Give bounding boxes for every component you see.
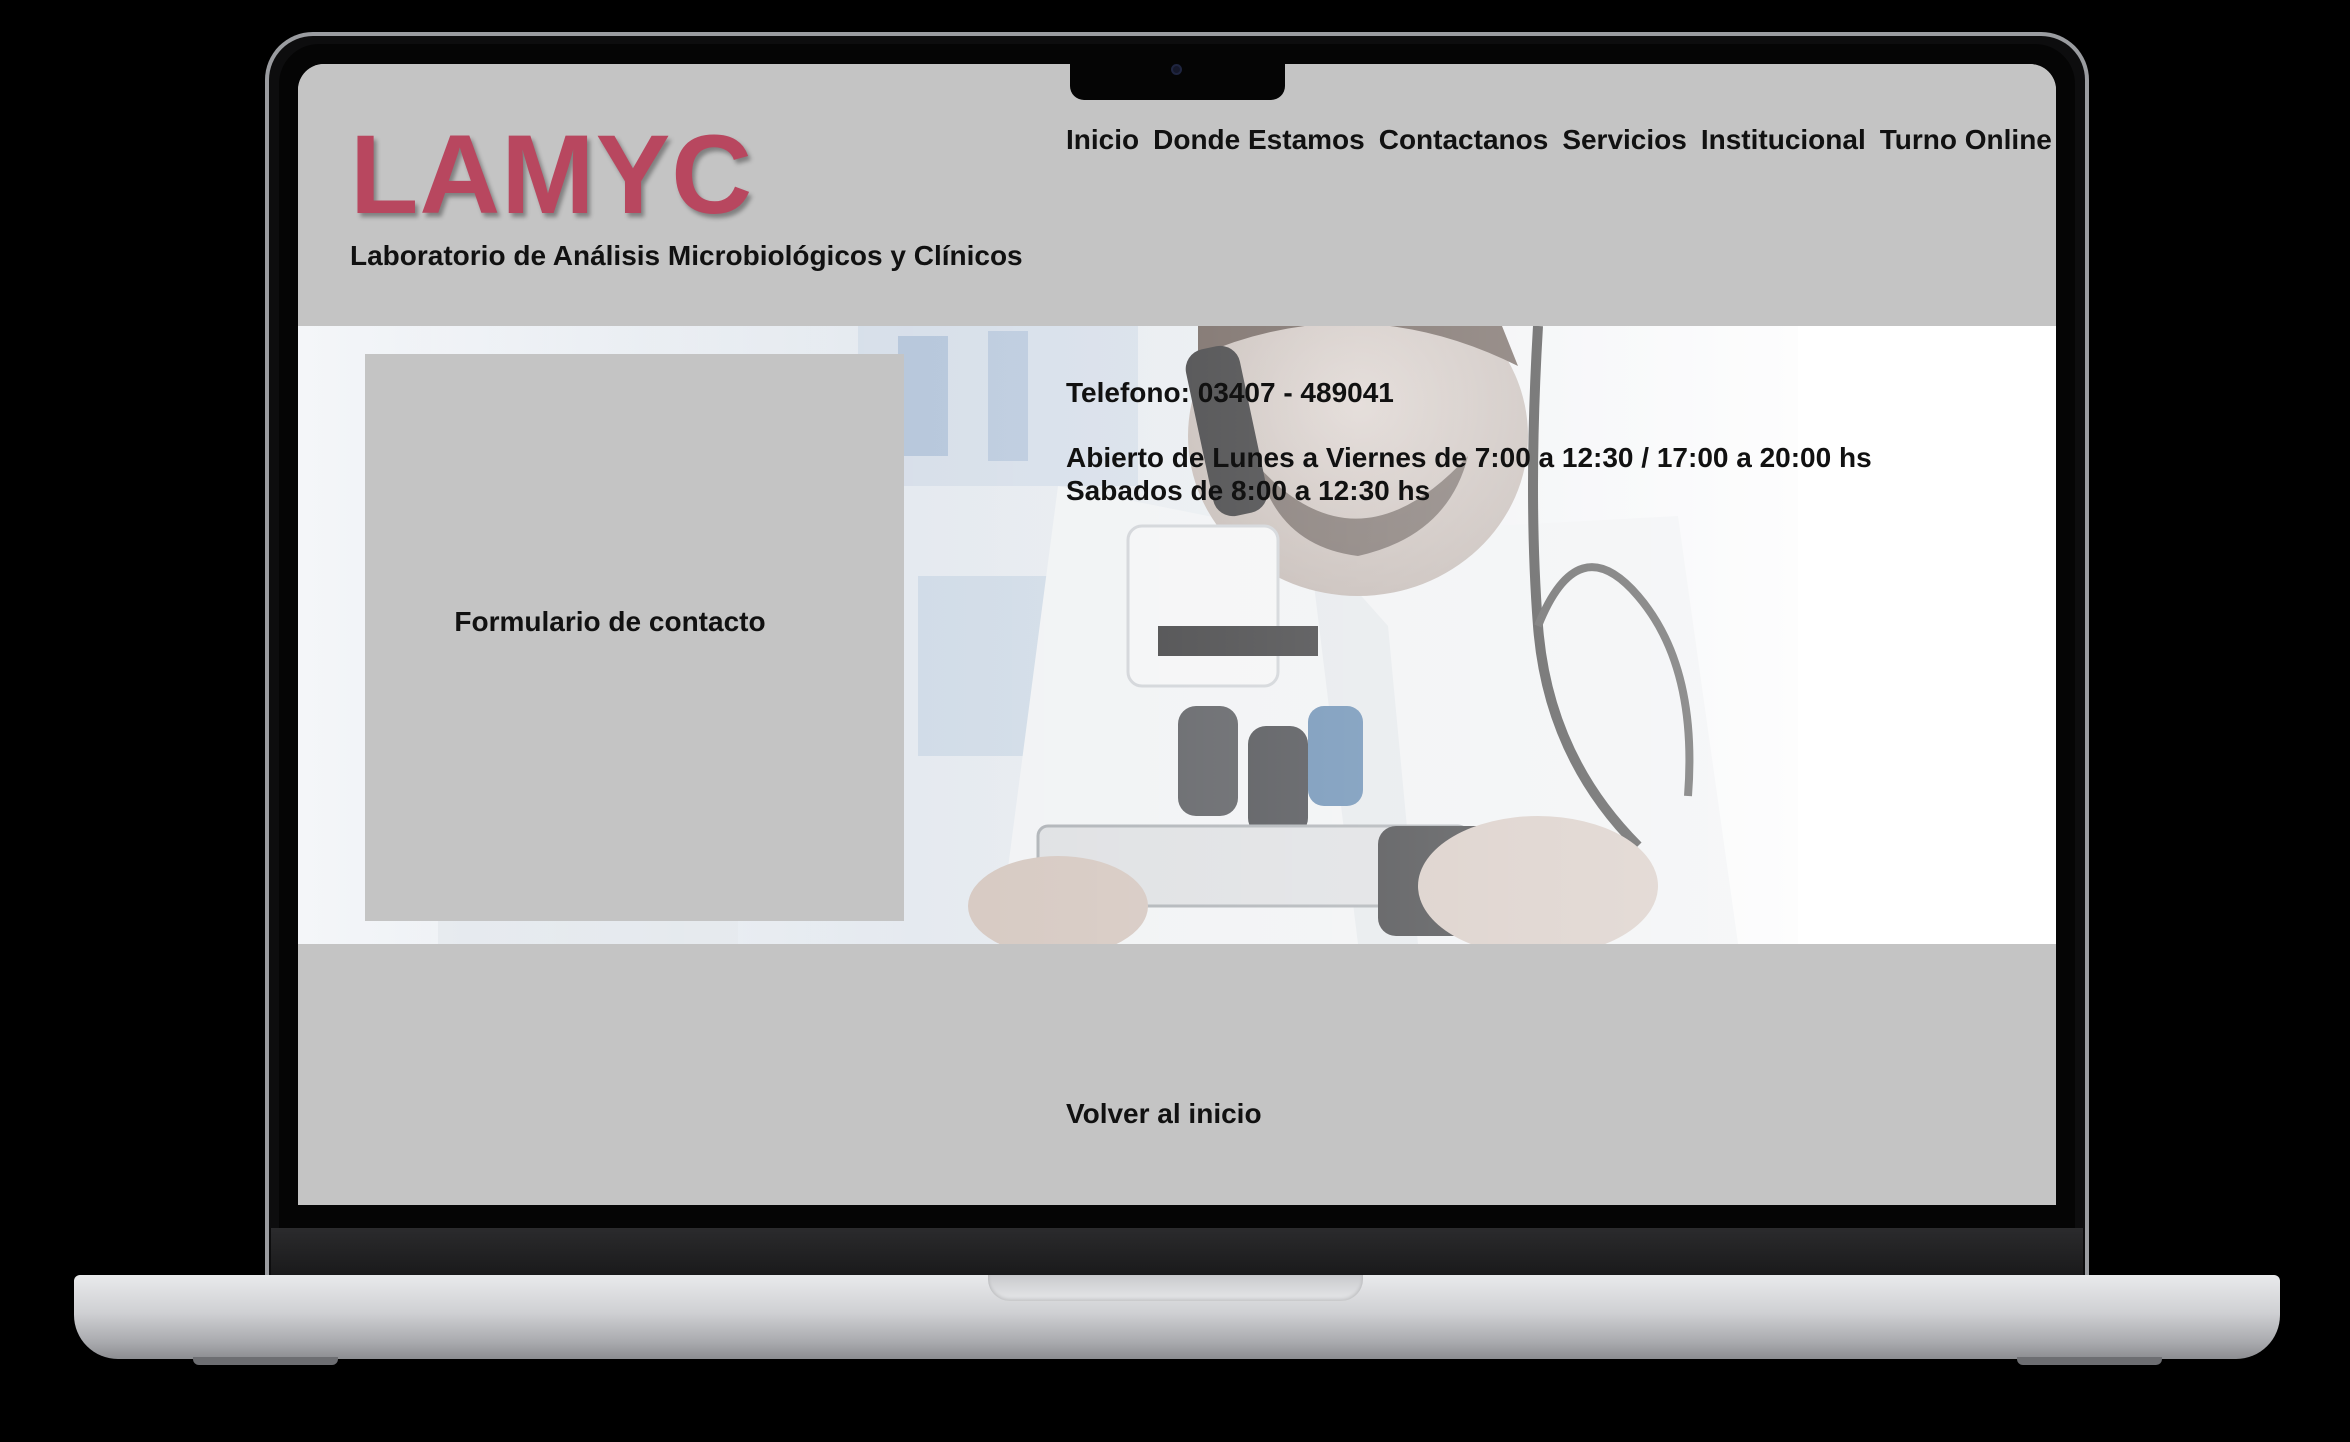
laptop-foot-right xyxy=(2017,1357,2162,1365)
nav-link-servicios[interactable]: Servicios xyxy=(1562,124,1687,156)
site-header: LAMYC Laboratorio de Análisis Microbioló… xyxy=(298,64,2056,326)
laptop-hinge xyxy=(271,1228,2083,1275)
opening-hours-weekdays: Abierto de Lunes a Viernes de 7:00 a 12:… xyxy=(1066,442,1872,473)
webcam-icon xyxy=(1171,64,1182,75)
contact-info: Telefono: 03407 - 489041 Abierto de Lune… xyxy=(1066,376,1872,507)
site-subtitle: Laboratorio de Análisis Microbiológicos … xyxy=(350,240,1023,271)
opening-hours-saturday: Sabados de 8:00 a 12:30 hs xyxy=(1066,475,1431,506)
contact-form-title: Formulario de contacto xyxy=(454,606,766,637)
laptop-thumb-notch xyxy=(988,1275,1363,1301)
main-nav: Inicio Donde Estamos Contactanos Servici… xyxy=(1066,124,2052,156)
nav-link-inicio[interactable]: Inicio xyxy=(1066,124,1139,156)
nav-link-contactanos[interactable]: Contactanos xyxy=(1379,124,1549,156)
back-to-home-link[interactable]: Volver al inicio xyxy=(1066,1098,1262,1130)
contact-hero: Formulario de contacto Telefono: 03407 -… xyxy=(298,326,2056,944)
laptop-foot-left xyxy=(193,1357,338,1365)
site-logo[interactable]: LAMYC xyxy=(350,110,753,239)
contact-form-panel[interactable]: Formulario de contacto xyxy=(365,354,904,921)
phone-number: Telefono: 03407 - 489041 xyxy=(1066,377,1394,408)
nav-link-turno-online[interactable]: Turno Online xyxy=(1880,124,2052,156)
site-footer: Volver al inicio xyxy=(298,944,2056,1205)
laptop-screen: LAMYC Laboratorio de Análisis Microbioló… xyxy=(298,64,2056,1205)
nav-link-institucional[interactable]: Institucional xyxy=(1701,124,1866,156)
nav-link-donde-estamos[interactable]: Donde Estamos xyxy=(1153,124,1365,156)
